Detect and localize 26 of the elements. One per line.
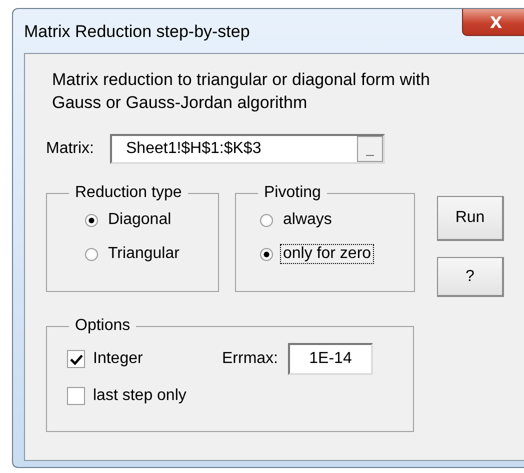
group-title: Options	[74, 317, 132, 335]
radio-label[interactable]: Triangular	[106, 245, 182, 263]
collapse-button[interactable]: _	[357, 136, 383, 162]
description-text: Matrix reduction to triangular or diagonal form with Gauss or Gauss-Jordan algorithm	[52, 69, 431, 114]
errmax-field[interactable]: 1E-14	[288, 343, 373, 375]
errmax-label: Errmax:	[222, 350, 278, 368]
radio-button[interactable]	[260, 214, 273, 226]
matrix-field[interactable]: Sheet1!$H$1:$K$3 _	[110, 134, 385, 164]
help-button[interactable]: ?	[437, 257, 504, 297]
close-button[interactable]: X	[462, 9, 524, 36]
radio-button[interactable]	[85, 248, 98, 260]
checkbox[interactable]	[67, 387, 85, 405]
checkbox-label: Integer	[93, 350, 143, 368]
radio-label[interactable]: Diagonal	[106, 211, 174, 229]
check-icon	[70, 354, 82, 364]
group-title: Reduction type	[74, 184, 183, 202]
window-title: Matrix Reduction step-by-step	[24, 21, 250, 42]
matrix-label: Matrix:	[46, 140, 94, 158]
group-title: Pivoting	[263, 184, 322, 202]
radio-button[interactable]	[260, 248, 273, 260]
run-button[interactable]: Run	[437, 196, 504, 241]
checkbox[interactable]	[67, 350, 85, 368]
radio-label[interactable]: only for zero	[281, 245, 374, 263]
radio-label[interactable]: always	[281, 211, 334, 229]
radio-button[interactable]	[85, 214, 98, 226]
checkbox-label: last step only	[93, 387, 186, 405]
